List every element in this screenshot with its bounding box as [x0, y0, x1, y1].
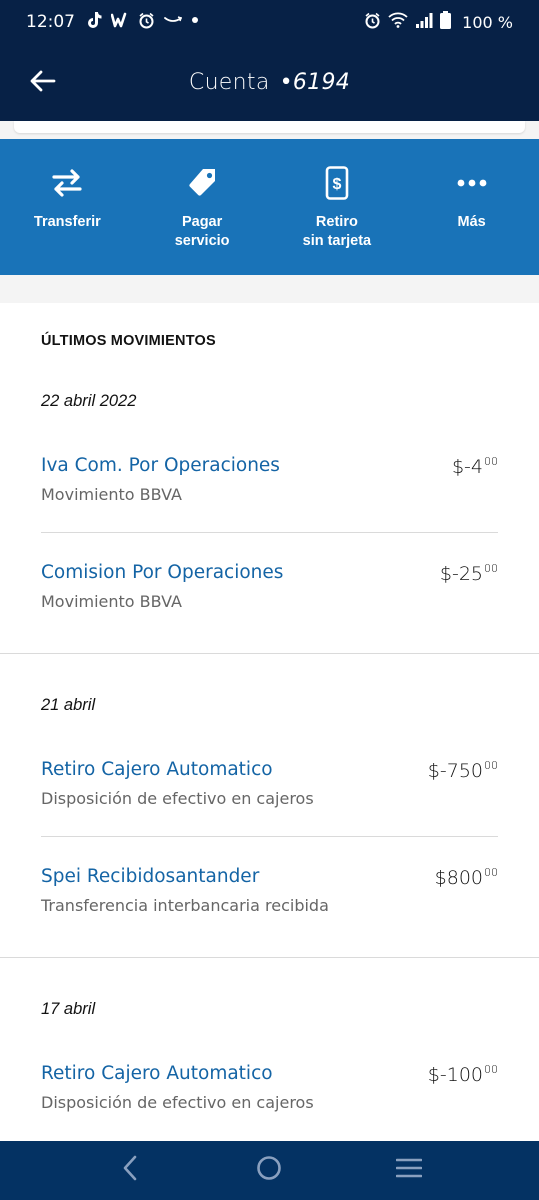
transaction-name: Comision Por Operaciones	[41, 562, 284, 583]
date-header: 22 abril 2022	[41, 392, 137, 410]
pay-service-button[interactable]: Pagar servicio	[135, 139, 270, 275]
group-divider	[0, 653, 539, 654]
group-divider	[0, 957, 539, 958]
tag-icon	[184, 165, 220, 201]
status-time: 12:07	[26, 12, 75, 32]
account-number: •6194	[279, 70, 351, 95]
alarm-icon	[138, 12, 155, 29]
amount-cents: 00	[484, 866, 498, 879]
dot-icon	[191, 16, 199, 24]
svg-text:$: $	[332, 176, 341, 193]
amount-value: $-4	[451, 456, 483, 478]
transfer-button[interactable]: Transferir	[0, 139, 135, 275]
amount-value: $-100	[427, 1064, 483, 1086]
amount-cents: 00	[484, 759, 498, 772]
more-label: Más	[457, 214, 486, 230]
amount-cents: 00	[484, 455, 498, 468]
signal-icon	[415, 12, 433, 33]
transaction-amount: $-75000	[428, 759, 498, 782]
notification-icons	[86, 11, 199, 29]
transaction-amount: $-2500	[440, 562, 498, 585]
recents-nav-icon	[395, 1157, 423, 1184]
system-icons: 100 %	[364, 11, 513, 34]
transaction-description: Movimiento BBVA	[41, 592, 182, 611]
movements-list: ÚLTIMOS MOVIMIENTOS 22 abril 2022 Iva Co…	[0, 303, 539, 1141]
battery-percentage: 100 %	[462, 13, 513, 32]
transaction-description: Disposición de efectivo en cajeros	[41, 1093, 314, 1112]
transaction-description: Transferencia interbancaria recibida	[41, 896, 329, 915]
transaction-row[interactable]: Spei Recibidosantander Transferencia int…	[41, 866, 498, 966]
wattpad-icon	[111, 12, 129, 28]
transaction-amount: $80000	[435, 866, 498, 889]
transaction-description: Movimiento BBVA	[41, 485, 182, 504]
transaction-row[interactable]: Retiro Cajero Automatico Disposición de …	[41, 759, 498, 859]
cardless-withdrawal-label: Retiro sin tarjeta	[302, 214, 372, 249]
cardless-withdrawal-button[interactable]: $ Retiro sin tarjeta	[270, 139, 405, 275]
home-nav-icon	[256, 1155, 282, 1186]
transaction-name: Iva Com. Por Operaciones	[41, 455, 280, 476]
transaction-row[interactable]: Iva Com. Por Operaciones Movimiento BBVA…	[41, 455, 498, 555]
amount-value: $-750	[427, 760, 483, 782]
amazon-icon	[164, 15, 182, 25]
nav-back-button[interactable]	[110, 1151, 150, 1191]
transaction-name: Spei Recibidosantander	[41, 866, 260, 887]
amount-value: $800	[434, 867, 483, 889]
tiktok-icon	[86, 11, 102, 29]
amount-cents: 00	[484, 1063, 498, 1076]
amount-value: $-25	[439, 563, 483, 585]
app-header: Cuenta •6194	[0, 44, 539, 121]
more-dots-icon	[454, 165, 490, 201]
date-header: 17 abril	[41, 1000, 96, 1018]
quick-actions: Transferir Pagar servicio $ Retiro sin t…	[0, 139, 539, 275]
transaction-amount: $-400	[452, 455, 498, 478]
back-nav-icon	[122, 1155, 138, 1186]
amount-cents: 00	[484, 562, 498, 575]
battery-icon	[440, 11, 452, 34]
transaction-name: Retiro Cajero Automatico	[41, 759, 273, 780]
nav-home-button[interactable]	[249, 1151, 289, 1191]
date-header: 21 abril	[41, 696, 96, 714]
row-divider	[41, 836, 498, 837]
transaction-row[interactable]: Comision Por Operaciones Movimiento BBVA…	[41, 562, 498, 662]
phone-dollar-icon: $	[319, 165, 355, 201]
transaction-description: Disposición de efectivo en cajeros	[41, 789, 314, 808]
transaction-name: Retiro Cajero Automatico	[41, 1063, 273, 1084]
page-title-text: Cuenta	[188, 70, 270, 95]
transaction-amount: $-10000	[428, 1063, 498, 1086]
transfer-arrows-icon	[49, 165, 85, 201]
status-bar: 12:07 100 %	[0, 0, 539, 44]
alarm-icon	[364, 12, 381, 34]
transfer-label: Transferir	[33, 214, 101, 230]
pay-service-label: Pagar servicio	[174, 214, 230, 249]
wifi-icon	[388, 12, 408, 33]
more-button[interactable]: Más	[404, 139, 539, 275]
row-divider	[41, 532, 498, 533]
section-title: ÚLTIMOS MOVIMIENTOS	[41, 333, 216, 349]
nav-recents-button[interactable]	[389, 1151, 429, 1191]
system-nav-bar	[0, 1141, 539, 1200]
account-card-edge	[14, 121, 525, 133]
page-title: Cuenta •6194	[0, 70, 539, 95]
